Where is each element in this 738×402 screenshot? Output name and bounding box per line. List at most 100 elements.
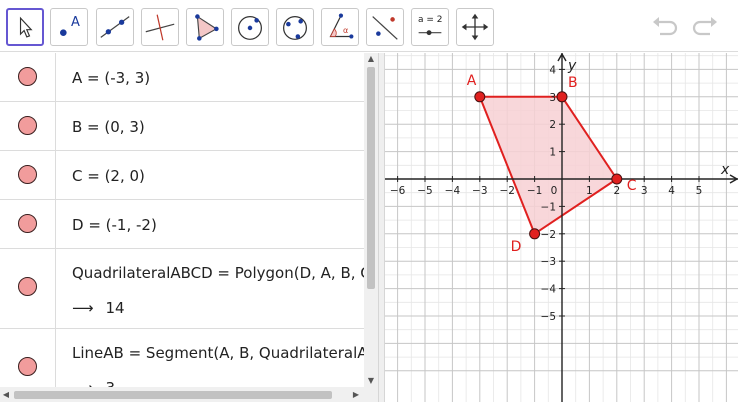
visibility-cell [0,329,56,387]
angle-tool-button[interactable]: α [321,8,359,46]
circle-center-point-tool-button[interactable] [231,8,269,46]
y-tick-label: 4 [549,64,556,76]
point-a[interactable] [474,91,486,103]
x-tick-label: 3 [641,185,648,197]
view-splitter[interactable] [378,53,385,402]
algebra-row-definition[interactable]: D = (-1, -2) [72,216,157,234]
visibility-cell [0,151,56,199]
move-graphics-view-tool-button[interactable] [456,8,494,46]
visibility-cell [0,249,56,328]
point-tool-button[interactable]: A [50,8,88,46]
algebra-vertical-scrollbar[interactable]: ▲ ▼ [364,53,378,387]
x-tick-label: −2 [499,185,514,197]
horizontal-scroll-thumb[interactable] [14,391,332,399]
point-label-d: D [511,239,522,255]
algebra-row[interactable]: QuadrilateralABCD = Polygon(D, A, B, C) … [0,249,364,329]
output-arrow-icon: ⟶ [72,379,94,387]
visibility-toggle[interactable] [18,214,37,233]
point-icon [60,29,67,36]
scroll-right-arrow-icon[interactable]: ▶ [350,389,362,401]
angle-icon [329,13,354,39]
x-tick-label: 0 [551,185,558,197]
x-tick-label: 2 [613,185,620,197]
point-tool-label: A [71,15,80,30]
graphics-canvas[interactable]: xy −6−5−4−3−2−1012345654321−1−2−3−4−5 AB… [369,0,738,402]
visibility-cell [0,200,56,248]
scroll-left-arrow-icon[interactable]: ◀ [0,389,12,401]
vertical-scroll-thumb[interactable] [367,67,375,289]
y-tick-label: −2 [541,229,556,241]
algebra-row[interactable]: B = (0, 3) [0,102,364,151]
algebra-row-definition[interactable]: QuadrilateralABCD = Polygon(D, A, B, C) [72,264,364,282]
algebra-row-definition[interactable]: A = (-3, 3) [72,69,150,87]
x-tick-label: −6 [390,185,406,197]
algebra-row[interactable]: LineAB = Segment(A, B, QuadrilateralABCD… [0,329,364,387]
x-tick-label: 4 [668,185,675,197]
point-label-c: C [627,178,637,194]
polygon-tool-button[interactable] [186,8,224,46]
algebra-row-definition[interactable]: B = (0, 3) [72,118,145,136]
output-value: 3 [106,379,116,387]
algebra-row-output: ⟶ 14 [72,299,125,317]
algebra-row-definition[interactable]: C = (2, 0) [72,167,145,185]
output-arrow-icon: ⟶ [72,299,94,317]
angle-tool-label: α [343,26,349,35]
x-tick-label: 1 [586,185,593,197]
point-d[interactable] [529,228,541,240]
move-tool-button[interactable] [6,8,44,46]
y-tick-label: −3 [541,256,556,268]
toolbar: A α a = 2 [0,0,738,52]
algebra-horizontal-scrollbar[interactable]: ◀ ▶ [0,387,378,402]
visibility-toggle[interactable] [18,116,37,135]
point-c[interactable] [611,173,623,185]
visibility-toggle[interactable] [18,165,37,184]
circle-center-icon [238,15,262,40]
undo-button[interactable] [650,14,680,40]
undo-icon [653,17,678,36]
scroll-up-arrow-icon[interactable]: ▲ [364,53,378,65]
point-label-b: B [568,75,578,91]
circle-three-points-icon [283,15,307,40]
reflect-line-icon [372,16,398,40]
redo-icon [692,17,717,36]
visibility-toggle[interactable] [18,277,37,296]
visibility-toggle[interactable] [18,357,37,376]
output-value: 14 [105,299,125,317]
algebra-row[interactable]: A = (-3, 3) [0,53,364,102]
slider-tool-button[interactable]: a = 2 [411,8,449,46]
line-tool-button[interactable] [96,8,134,46]
line-through-points-icon [100,16,130,38]
x-tick-label: −4 [445,185,461,197]
y-axis-label: y [567,58,577,74]
perpendicular-line-icon [145,14,175,41]
move-arrows-icon [461,13,489,41]
point-b[interactable] [556,91,568,103]
point-label-a: A [467,73,477,89]
algebra-row[interactable]: D = (-1, -2) [0,200,364,249]
x-axis-label: x [720,162,730,178]
cursor-arrow-icon [19,16,33,38]
redo-button[interactable] [690,14,720,40]
algebra-view: A = (-3, 3) B = (0, 3) C = (2, 0) D = (-… [0,53,364,387]
y-tick-label: −5 [541,311,556,323]
x-tick-label: −3 [472,185,487,197]
visibility-cell [0,53,56,101]
polygon-icon [195,14,219,41]
x-tick-label: −1 [527,185,542,197]
reflect-about-line-tool-button[interactable] [366,8,404,46]
y-tick-label: 1 [549,147,556,159]
circle-three-points-tool-button[interactable] [276,8,314,46]
x-tick-label: 5 [696,185,703,197]
algebra-row-definition[interactable]: LineAB = Segment(A, B, QuadrilateralABCD… [72,344,364,362]
visibility-cell [0,102,56,150]
x-tick-label: −5 [417,185,432,197]
graphics-view[interactable]: xy −6−5−4−3−2−1012345654321−1−2−3−4−5 AB… [369,0,738,402]
algebra-row[interactable]: C = (2, 0) [0,151,364,200]
y-tick-label: −1 [541,201,556,213]
y-tick-label: −4 [541,284,557,296]
y-tick-label: 3 [549,92,556,104]
visibility-toggle[interactable] [18,67,37,86]
scroll-down-arrow-icon[interactable]: ▼ [364,375,378,387]
algebra-row-output: ⟶3 [72,379,115,387]
perpendicular-line-tool-button[interactable] [141,8,179,46]
